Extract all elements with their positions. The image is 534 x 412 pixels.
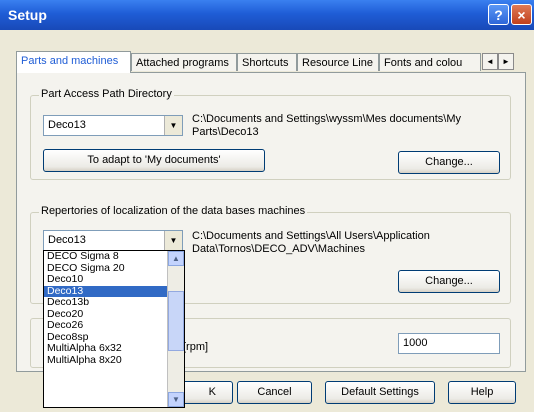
help-title-button[interactable]: ? — [488, 4, 509, 25]
speed-input[interactable]: 1000 — [398, 333, 500, 354]
dropdown-item[interactable]: Deco10 — [44, 273, 184, 286]
tab-scroll-right-button[interactable]: ► — [498, 53, 514, 70]
part-access-combo-value: Deco13 — [48, 119, 86, 131]
close-button[interactable]: × — [511, 4, 532, 25]
dropdown-item[interactable]: DECO Sigma 8 — [44, 251, 184, 263]
repertories-combo[interactable]: Deco13 ▼ — [43, 230, 183, 251]
dropdown-item[interactable]: MultiAlpha 8x20 — [44, 354, 184, 367]
tab-parts-and-machines[interactable]: Parts and machines — [16, 51, 131, 73]
chevron-down-icon[interactable]: ▼ — [164, 116, 182, 135]
part-access-change-button[interactable]: Change... — [398, 151, 500, 174]
dropdown-item[interactable]: MultiAlpha 6x32 — [44, 342, 184, 355]
tab-strip: Parts and machines Attached programs Sho… — [16, 51, 516, 73]
repertories-change-button[interactable]: Change... — [398, 270, 500, 293]
chevron-down-icon[interactable]: ▼ — [164, 231, 182, 250]
repertories-title: Repertories of localization of the data … — [39, 205, 308, 217]
cancel-button[interactable]: Cancel — [237, 381, 312, 404]
scroll-down-icon[interactable]: ▼ — [168, 392, 184, 407]
machine-dropdown-list[interactable]: DECO Sigma 8 DECO Sigma 20 Deco10 Deco13 Dec… — [43, 250, 185, 408]
tab-fonts-and-colours[interactable]: Fonts and colou — [379, 53, 481, 71]
dropdown-items: DECO Sigma 8 DECO Sigma 20 Deco10 Deco13 Dec… — [44, 251, 184, 366]
tab-attached-programs[interactable]: Attached programs — [131, 53, 237, 71]
repertories-path: C:\Documents and Settings\All Users\Appl… — [192, 230, 430, 255]
part-access-path: C:\Documents and Settings\wyssm\Mes docu… — [192, 113, 461, 138]
adapt-to-my-documents-button[interactable]: To adapt to 'My documents' — [43, 149, 265, 172]
speed-unit-label: [rpm] — [183, 341, 209, 353]
repertories-combo-value: Deco13 — [48, 234, 86, 246]
dropdown-item[interactable]: Deco26 — [44, 319, 184, 332]
dropdown-scrollbar[interactable]: ▲ ▼ — [167, 251, 184, 407]
tab-scroll-left-button[interactable]: ◄ — [482, 53, 498, 70]
tab-resource-line[interactable]: Resource Line — [297, 53, 379, 71]
part-access-combo[interactable]: Deco13 ▼ — [43, 115, 183, 136]
window-title: Setup — [8, 7, 47, 23]
scroll-up-icon[interactable]: ▲ — [168, 251, 184, 266]
dropdown-item[interactable]: Deco13b — [44, 296, 184, 309]
tab-shortcuts[interactable]: Shortcuts — [237, 53, 297, 71]
help-button[interactable]: Help — [448, 381, 516, 404]
part-access-title: Part Access Path Directory — [39, 88, 174, 100]
scroll-thumb[interactable] — [168, 291, 184, 351]
default-settings-button[interactable]: Default Settings — [325, 381, 435, 404]
title-bar: Setup ? × — [0, 0, 534, 30]
